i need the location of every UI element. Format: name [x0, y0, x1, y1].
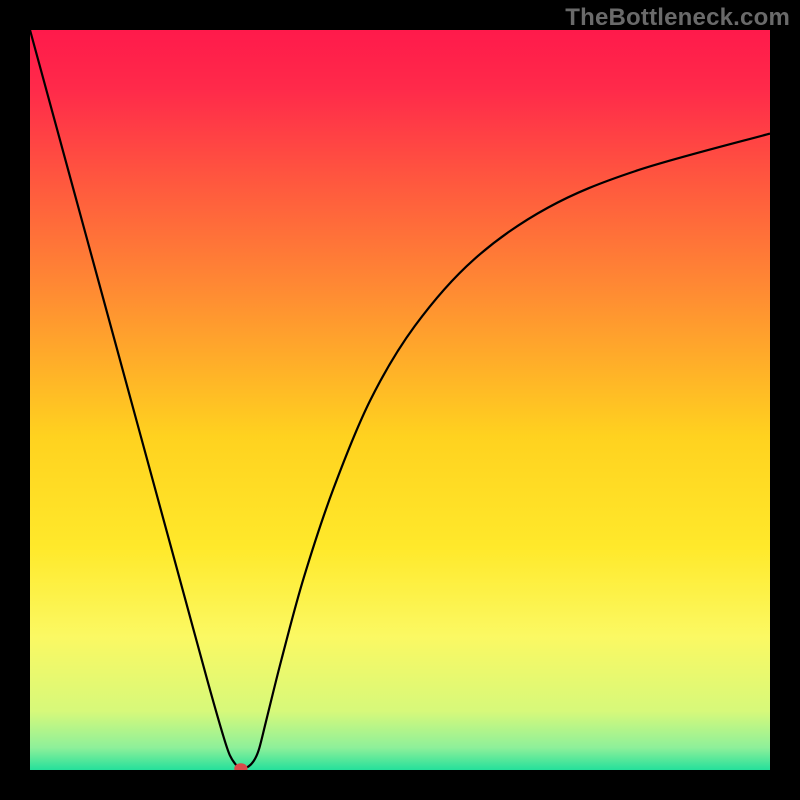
plot-area — [30, 30, 770, 770]
chart-svg — [30, 30, 770, 770]
chart-background — [30, 30, 770, 770]
watermark-text: TheBottleneck.com — [565, 4, 790, 32]
chart-frame: TheBottleneck.com — [0, 0, 800, 800]
